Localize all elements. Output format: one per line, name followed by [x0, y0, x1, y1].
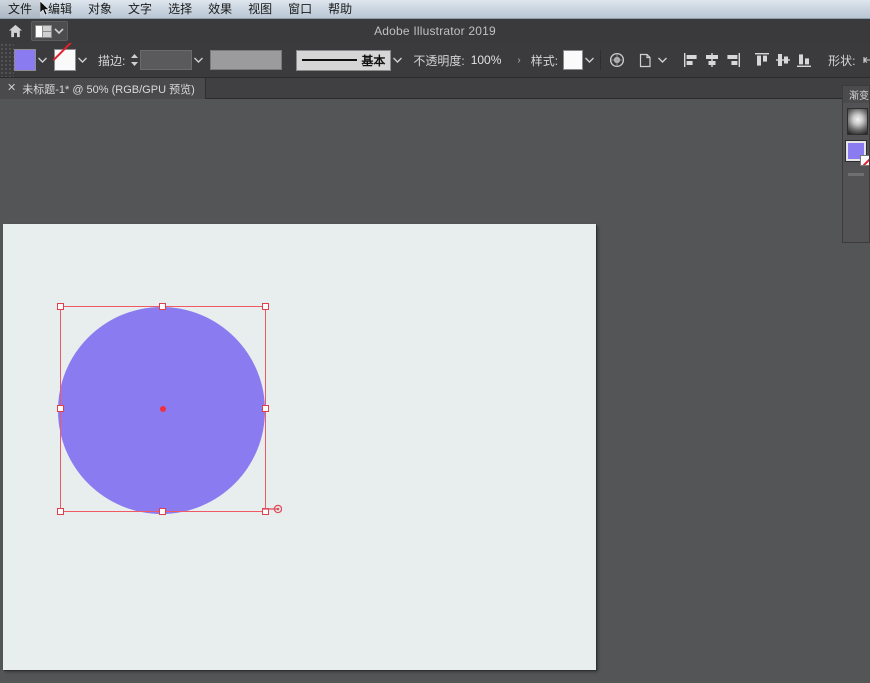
- recolor-artwork-button[interactable]: [606, 49, 627, 72]
- opacity-options-button[interactable]: ›: [515, 55, 522, 66]
- menu-view[interactable]: 视图: [240, 0, 280, 18]
- home-button[interactable]: [3, 20, 27, 42]
- menu-effect[interactable]: 效果: [200, 0, 240, 18]
- menu-object[interactable]: 对象: [80, 0, 120, 18]
- align-top-button[interactable]: [751, 49, 772, 72]
- gradient-annotator[interactable]: [260, 504, 282, 514]
- graphic-style-caret[interactable]: [583, 49, 595, 71]
- stroke-dropdown-caret[interactable]: [76, 49, 88, 71]
- variable-width-profile-field[interactable]: [210, 50, 283, 70]
- width-icon: [863, 57, 870, 63]
- close-icon[interactable]: ✕: [7, 83, 16, 94]
- style-label: 样式:: [530, 53, 559, 68]
- selection-bounding-box: [57, 303, 269, 515]
- title-bar-left-controls: [0, 20, 68, 42]
- stroke-weight-input[interactable]: [140, 50, 193, 70]
- align-horizontal-center-button[interactable]: [701, 49, 722, 72]
- stroke-weight-stepper[interactable]: [129, 50, 140, 70]
- align-right-button[interactable]: [722, 49, 743, 72]
- menu-bar: 文件 编辑 对象 文字 选择 效果 视图 窗口 帮助: [0, 0, 870, 19]
- home-icon: [8, 24, 22, 38]
- align-left-icon: [683, 53, 697, 67]
- align-bottom-button[interactable]: [793, 49, 814, 72]
- menu-help[interactable]: 帮助: [320, 0, 360, 18]
- gradient-slider[interactable]: [848, 173, 864, 176]
- handle-top-left[interactable]: [57, 303, 64, 310]
- gradient-center-point[interactable]: [160, 406, 166, 412]
- menu-window[interactable]: 窗口: [280, 0, 320, 18]
- gradient-panel[interactable]: 渐变: [842, 85, 870, 243]
- arrange-documents-icon: [35, 24, 52, 38]
- document-setup-icon: [639, 53, 651, 67]
- align-right-icon: [726, 53, 740, 67]
- none-swatch[interactable]: [860, 155, 869, 166]
- document-setup-button[interactable]: [635, 49, 656, 72]
- align-bottom-icon: [796, 54, 811, 67]
- chevron-down-icon: [193, 57, 203, 63]
- stroke-profile-line-icon: [302, 59, 358, 61]
- stroke-color-swatch[interactable]: [54, 49, 76, 71]
- recolor-artwork-icon: [609, 52, 624, 68]
- chevron-down-icon: [584, 57, 594, 63]
- chevron-down-icon: [657, 57, 667, 63]
- control-bar-separator-1: [600, 50, 602, 70]
- document-setup-caret[interactable]: [656, 49, 668, 71]
- opacity-value[interactable]: 100%: [471, 53, 502, 67]
- stroke-weight-caret[interactable]: [192, 49, 204, 71]
- align-left-button[interactable]: [680, 49, 701, 72]
- align-vertical-center-button[interactable]: [772, 49, 793, 72]
- control-bar-grip[interactable]: [0, 43, 14, 77]
- menu-file[interactable]: 文件: [0, 0, 41, 18]
- fill-color-swatch[interactable]: [14, 49, 36, 71]
- title-bar: Adobe Illustrator 2019: [0, 19, 870, 43]
- control-bar: 描边: 基本 不透明度: 100% › 样式: 形状:: [0, 43, 870, 78]
- app-title: Adobe Illustrator 2019: [374, 24, 496, 38]
- menu-edit[interactable]: 编辑: [40, 0, 80, 18]
- stroke-profile-caret[interactable]: [391, 49, 403, 71]
- opacity-label: 不透明度:: [413, 53, 465, 68]
- illustrator-window: 文件 编辑 对象 文字 选择 效果 视图 窗口 帮助 Adobe Illustr…: [0, 0, 870, 683]
- fill-dropdown-caret[interactable]: [36, 49, 48, 71]
- arrange-documents-button[interactable]: [31, 21, 68, 41]
- chevron-down-icon: [54, 28, 64, 35]
- chevron-down-icon: [77, 57, 87, 63]
- menu-select[interactable]: 选择: [160, 0, 200, 18]
- shape-label: 形状:: [828, 53, 856, 68]
- align-vertical-center-icon: [775, 54, 790, 66]
- handle-middle-right[interactable]: [262, 405, 269, 412]
- stroke-weight-label: 描边:: [98, 53, 126, 68]
- chevron-down-icon: [392, 57, 402, 63]
- gradient-fill-swatch-wrap: [845, 140, 869, 166]
- document-tab[interactable]: ✕ 未标题-1* @ 50% (RGB/GPU 预览): [0, 78, 206, 99]
- handle-top-right[interactable]: [262, 303, 269, 310]
- handle-top-center[interactable]: [159, 303, 166, 310]
- graphic-style-swatch[interactable]: [563, 50, 584, 70]
- stroke-profile-label: 基本: [361, 53, 386, 68]
- canvas-area[interactable]: [0, 99, 870, 683]
- align-horizontal-center-icon: [705, 53, 718, 67]
- gradient-panel-title: 渐变: [849, 91, 869, 102]
- chevron-down-icon: [37, 57, 47, 63]
- document-tab-bar: ✕ 未标题-1* @ 50% (RGB/GPU 预览): [0, 78, 870, 99]
- handle-bottom-center[interactable]: [159, 508, 166, 515]
- gradient-panel-header[interactable]: 渐变: [843, 86, 869, 103]
- stroke-profile-dropdown[interactable]: 基本: [296, 49, 392, 71]
- handle-middle-left[interactable]: [57, 405, 64, 412]
- align-top-icon: [754, 53, 769, 66]
- menu-type[interactable]: 文字: [120, 0, 160, 18]
- handle-bottom-left[interactable]: [57, 508, 64, 515]
- gradient-preview-thumbnail[interactable]: [847, 108, 868, 135]
- document-tab-title: 未标题-1* @ 50% (RGB/GPU 预览): [22, 83, 195, 96]
